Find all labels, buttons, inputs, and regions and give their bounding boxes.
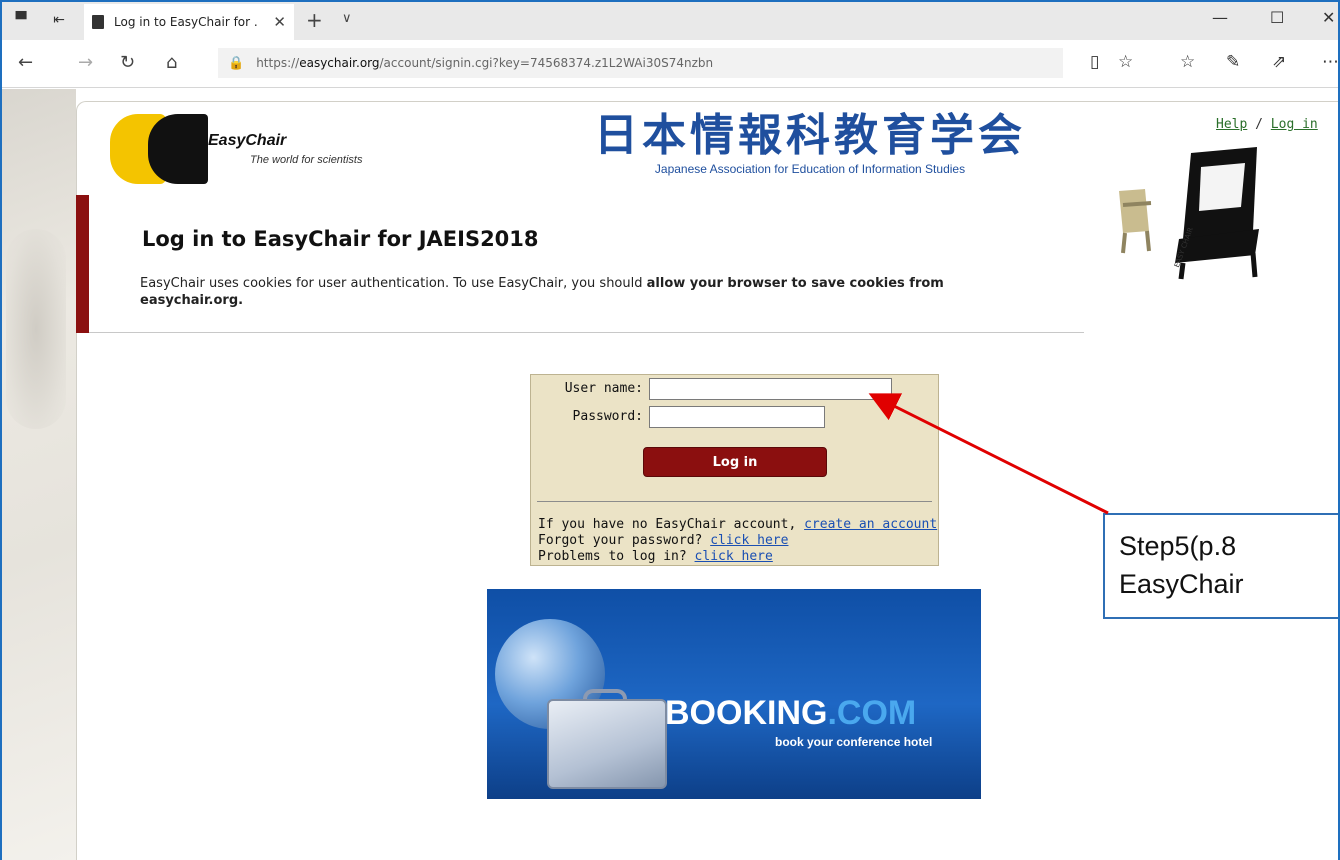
password-field[interactable] (649, 406, 825, 428)
address-toolbar: ← → ↻ ⌂ 🔒 https://easychair.org/account/… (0, 40, 1340, 88)
username-label: User name: (564, 381, 643, 396)
logo-name: EasyChair (208, 132, 287, 149)
page-title: Log in to EasyChair for JAEIS2018 (142, 227, 539, 251)
tab-easychair-login[interactable]: Log in to EasyChair for . ✕ (84, 4, 294, 40)
forgot-password-link[interactable]: click here (710, 533, 788, 548)
problems-line: Problems to log in? click here (538, 549, 773, 565)
header-login-link[interactable]: Log in (1271, 117, 1318, 132)
suitcase-icon (547, 699, 667, 789)
chair-illustration: EASY CHAIR (1119, 147, 1259, 280)
link-separator: / (1255, 117, 1263, 132)
small-chair-icon (1119, 189, 1152, 254)
annotation-line-1: Step5(p.8 (1119, 531, 1237, 561)
tab-bar: ▀ ⇤ Log in to EasyChair for . ✕ + ∨ — ☐ … (0, 0, 1340, 40)
cookie-notice: EasyChair uses cookies for user authenti… (140, 275, 1050, 309)
more-icon[interactable]: ⋯ (1322, 52, 1339, 72)
logo-tagline: The world for scientists (250, 154, 363, 166)
title-accent-bar (76, 195, 89, 333)
cookie-text-plain: EasyChair uses cookies for user authenti… (140, 276, 647, 291)
lock-icon: 🔒 (228, 55, 245, 71)
back-icon[interactable]: ← (18, 52, 33, 73)
booking-brand: BOOKING.COM (665, 694, 916, 733)
problems-text: Problems to log in? (538, 549, 695, 564)
url-path: /account/signin.cgi?key=74568374.z1L2WAi… (379, 56, 714, 70)
decorative-left-background (0, 89, 76, 860)
favorites-list-icon[interactable]: ☆ (1180, 52, 1195, 72)
url-domain: easychair.org (299, 56, 380, 70)
annotation-line-2: EasyChair (1119, 569, 1244, 599)
help-links: Help / Log in (1216, 117, 1318, 132)
url-prefix: https:// (256, 56, 300, 70)
maximize-icon[interactable]: ☐ (1270, 8, 1284, 27)
no-account-line: If you have no EasyChair account, create… (538, 517, 937, 533)
create-account-link[interactable]: create an account (804, 517, 937, 532)
forgot-text: Forgot your password? (538, 533, 711, 548)
refresh-icon[interactable]: ↻ (120, 52, 135, 73)
favorite-star-icon[interactable]: ☆ (1118, 52, 1133, 72)
brand-suffix: .COM (827, 694, 917, 732)
page-icon (92, 15, 104, 29)
no-account-text: If you have no EasyChair account, (538, 517, 805, 532)
window-menu-icon[interactable]: ▀ (12, 11, 30, 29)
help-link[interactable]: Help (1216, 117, 1247, 132)
booking-tagline: book your conference hotel (775, 735, 933, 749)
set-aside-tabs-icon[interactable]: ⇤ (50, 11, 68, 29)
new-tab-icon[interactable]: + (306, 8, 323, 32)
jaeis-title-jp: 日本情報科教育学会 (594, 110, 1026, 161)
share-icon[interactable]: ⇗ (1272, 52, 1286, 72)
password-label: Password: (572, 409, 643, 424)
jaeis-logo: 日本情報科教育学会 Japanese Association for Educa… (560, 112, 1060, 184)
form-divider (537, 501, 932, 502)
jaeis-title-en: Japanese Association for Education of In… (654, 162, 966, 176)
brand-main: BOOKING (665, 694, 828, 732)
address-input[interactable]: 🔒 https://easychair.org/account/signin.c… (218, 48, 1063, 78)
tab-title: Log in to EasyChair for . (114, 15, 258, 29)
easychair-logo[interactable]: EasyChair The world for scientists (110, 114, 420, 186)
forward-icon[interactable]: → (78, 52, 93, 73)
chevron-down-icon[interactable]: ∨ (342, 11, 352, 26)
pen-icon[interactable]: ✎ (1226, 52, 1240, 72)
reading-view-icon[interactable]: ▯ (1090, 52, 1099, 72)
booking-banner[interactable]: BOOKING.COM book your conference hotel (487, 589, 981, 799)
problems-link[interactable]: click here (695, 549, 773, 564)
large-chair-icon: EASY CHAIR (1173, 147, 1259, 280)
forgot-password-line: Forgot your password? click here (538, 533, 788, 549)
logo-c-shape (148, 114, 208, 184)
home-icon[interactable]: ⌂ (166, 52, 177, 73)
close-icon[interactable]: ✕ (273, 13, 286, 31)
username-field[interactable] (649, 378, 892, 400)
minimize-icon[interactable]: — (1212, 8, 1228, 27)
login-button[interactable]: Log in (643, 447, 827, 477)
title-block: Log in to EasyChair for JAEIS2018 EasyCh… (76, 195, 1084, 333)
window-close-icon[interactable]: ✕ (1322, 8, 1335, 27)
login-form: User name: Password: Log in If you have … (530, 374, 939, 566)
annotation-callout: Step5(p.8 EasyChair (1103, 513, 1340, 619)
